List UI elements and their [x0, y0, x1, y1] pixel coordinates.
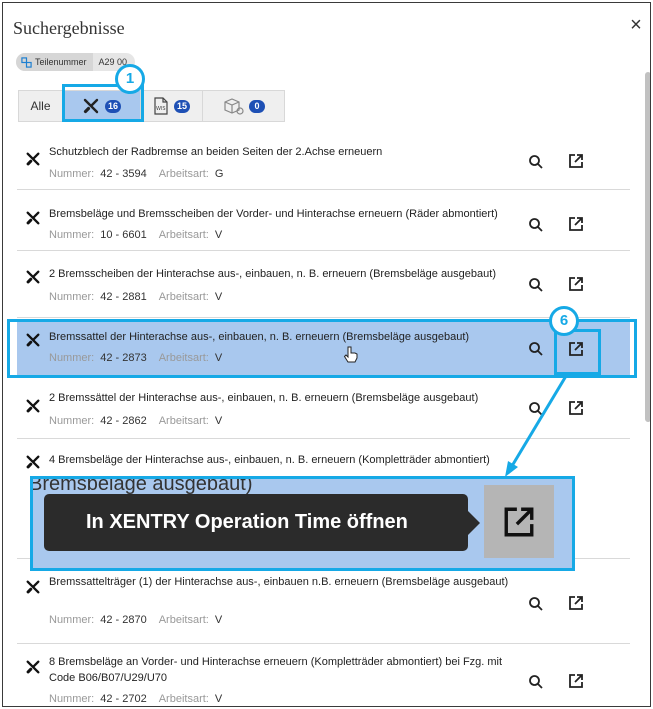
tab-wis[interactable]: WIS 15 — [141, 91, 203, 121]
filter-chip-label: Teilenummer — [35, 57, 87, 67]
open-external-icon[interactable] — [568, 673, 584, 689]
result-name: Schutzblech der Radbremse an beiden Seit… — [49, 146, 383, 158]
open-external-icon[interactable] — [568, 216, 584, 232]
result-meta: Nummer: 42 - 2881 Arbeitsart: V — [49, 291, 234, 303]
open-external-icon[interactable] — [568, 276, 584, 292]
result-name: Bremsbeläge und Bremsscheiben der Vorder… — [49, 208, 498, 220]
highlight-selected-row — [7, 319, 637, 378]
zoomed-open-button[interactable] — [484, 485, 554, 558]
result-type-tabs: Alle 16 WIS 15 0 — [18, 90, 285, 122]
result-number: 42 - 2870 — [100, 614, 147, 626]
type-label: Arbeitsart: — [158, 415, 209, 427]
result-number: 42 - 2881 — [100, 291, 147, 303]
dialog-title: Suchergebnisse — [13, 18, 125, 38]
result-meta: Nummer: 42 - 2862 Arbeitsart: V — [49, 415, 234, 427]
result-meta: Nummer: 42 - 2702 Arbeitsart: V — [49, 693, 234, 705]
number-label: Nummer: — [49, 168, 95, 180]
search-icon[interactable] — [528, 596, 544, 612]
result-row[interactable]: 2 Bremsscheiben der Hinterachse aus-, ei… — [17, 251, 630, 318]
search-icon[interactable] — [528, 154, 544, 170]
open-external-icon[interactable] — [568, 400, 584, 416]
wrench-screwdriver-icon — [26, 580, 40, 594]
wrench-screwdriver-icon — [26, 399, 40, 413]
result-type: V — [214, 415, 223, 427]
zoom-callout: Bremsbeläge ausgebaut) In XENTRY Operati… — [30, 476, 575, 571]
scrollbar[interactable] — [645, 58, 650, 698]
tab-alle-label: Alle — [30, 99, 51, 113]
svg-text:WIS: WIS — [156, 106, 166, 112]
search-icon[interactable] — [528, 277, 544, 293]
result-number: 42 - 2862 — [100, 415, 147, 427]
search-icon[interactable] — [528, 217, 544, 233]
step-callout-6: 6 — [549, 306, 579, 336]
result-type: V — [214, 614, 223, 626]
wrench-screwdriver-icon — [26, 270, 40, 284]
filter-chip-key: Teilenummer — [16, 53, 93, 71]
number-label: Nummer: — [49, 291, 95, 303]
hand-cursor-icon — [343, 346, 358, 363]
result-type: G — [214, 168, 224, 180]
type-label: Arbeitsart: — [158, 614, 209, 626]
highlight-open-button — [554, 329, 601, 375]
wrench-screwdriver-icon — [26, 152, 40, 166]
tooltip: In XENTRY Operation Time öffnen — [44, 494, 480, 551]
close-icon[interactable]: × — [625, 15, 647, 37]
zoom-background-text: Bremsbeläge ausgebaut) — [30, 476, 253, 495]
tab-parts-count: 0 — [249, 99, 265, 113]
step-callout-1: 1 — [115, 64, 145, 94]
result-type: V — [214, 229, 223, 241]
part-icon — [21, 56, 32, 68]
result-number: 42 - 3594 — [100, 168, 147, 180]
result-name: 2 Bremsscheiben der Hinterachse aus-, ei… — [49, 268, 496, 280]
result-row[interactable]: 2 Bremssättel der Hinterachse aus-, einb… — [17, 378, 630, 439]
type-label: Arbeitsart: — [158, 168, 209, 180]
search-icon[interactable] — [528, 674, 544, 690]
wrench-screwdriver-icon — [26, 455, 40, 469]
number-label: Nummer: — [49, 229, 95, 241]
result-meta: Nummer: 42 - 2870 Arbeitsart: V — [49, 614, 234, 626]
result-name: 4 Bremsbeläge der Hinterachse aus-, einb… — [49, 454, 490, 466]
scrollbar-thumb[interactable] — [645, 72, 650, 422]
open-external-icon[interactable] — [568, 153, 584, 169]
result-number: 10 - 6601 — [100, 229, 147, 241]
type-label: Arbeitsart: — [158, 693, 209, 705]
result-row[interactable]: 8 Bremsbeläge an Vorder- und Hinterachse… — [17, 644, 630, 706]
result-row[interactable]: Schutzblech der Radbremse an beiden Seit… — [17, 133, 630, 190]
result-meta: Nummer: 10 - 6601 Arbeitsart: V — [49, 229, 234, 241]
result-name: 2 Bremssättel der Hinterachse aus-, einb… — [49, 392, 479, 404]
wrench-screwdriver-icon — [26, 660, 40, 674]
type-label: Arbeitsart: — [158, 291, 209, 303]
number-label: Nummer: — [49, 614, 95, 626]
result-name: Bremssattelträger (1) der Hinterachse au… — [49, 576, 509, 588]
wis-document-icon: WIS — [154, 97, 168, 115]
tab-parts[interactable]: 0 — [203, 91, 284, 121]
result-number: 42 - 2702 — [100, 693, 147, 705]
type-label: Arbeitsart: — [158, 229, 209, 241]
tab-alle[interactable]: Alle — [19, 91, 63, 121]
result-name: 8 Bremsbeläge an Vorder- und Hinterachse… — [49, 656, 503, 684]
number-label: Nummer: — [49, 693, 95, 705]
open-external-icon — [504, 507, 534, 536]
result-row[interactable]: Bremsbeläge und Bremsscheiben der Vorder… — [17, 190, 630, 251]
number-label: Nummer: — [49, 415, 95, 427]
open-external-icon[interactable] — [568, 595, 584, 611]
result-row[interactable]: Bremssattelträger (1) der Hinterachse au… — [17, 559, 630, 644]
parts-box-icon — [224, 98, 244, 115]
filter-chip[interactable]: Teilenummer A29 00 — [16, 53, 136, 71]
result-type: V — [214, 693, 223, 705]
search-icon[interactable] — [528, 401, 544, 417]
result-type: V — [214, 291, 223, 303]
tab-wis-count: 15 — [173, 99, 190, 113]
wrench-screwdriver-icon — [26, 211, 40, 225]
result-meta: Nummer: 42 - 3594 Arbeitsart: G — [49, 168, 235, 180]
